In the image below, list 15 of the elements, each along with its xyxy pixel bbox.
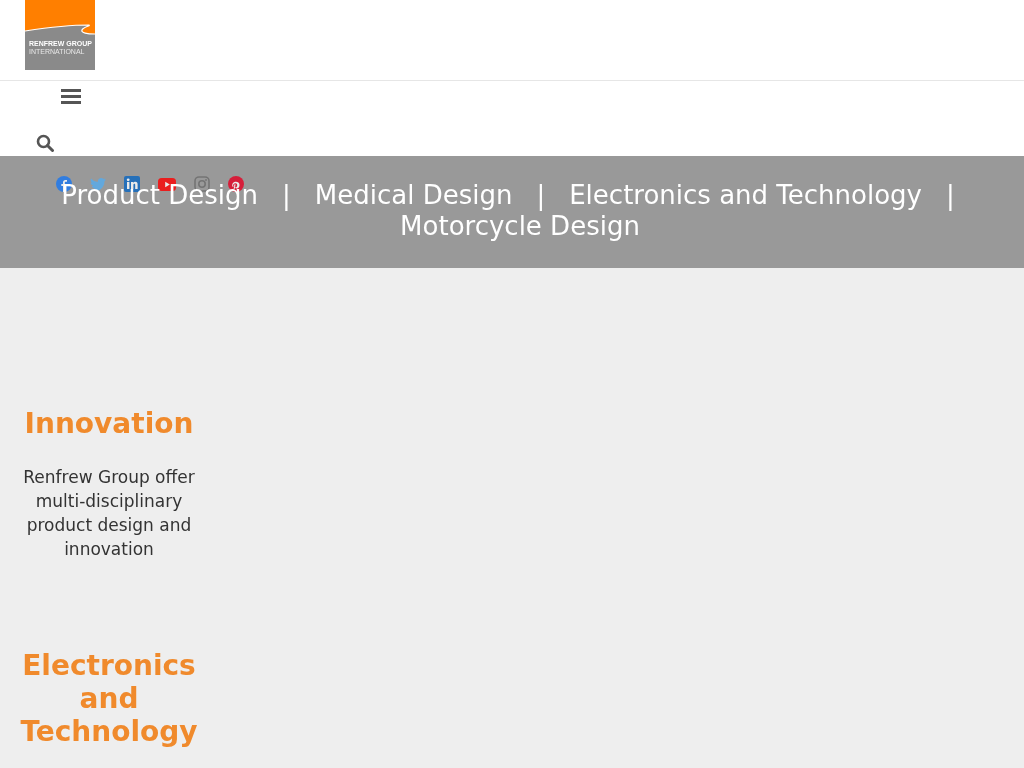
nav-link[interactable]: Motorcycle Design (400, 211, 640, 242)
nav-separator: | (282, 180, 291, 211)
nav-link[interactable]: Electronics and Technology (569, 180, 922, 211)
section-text: Renfrew Group offer multi-disciplinary product design and innovation (22, 466, 196, 561)
search-button[interactable] (36, 134, 54, 152)
search-icon (36, 134, 54, 152)
section-heading: Electronics and Technology (19, 649, 199, 748)
nav-separator: | (946, 180, 955, 211)
nav-link[interactable]: Medical Design (314, 180, 513, 211)
menu-icon (61, 88, 81, 104)
wave-graphic (25, 0, 95, 36)
section-heading: Innovation (23, 407, 195, 440)
nav-separator: | (536, 180, 546, 211)
menu-button[interactable] (61, 88, 81, 104)
nav-link[interactable]: Product Design (61, 180, 258, 211)
